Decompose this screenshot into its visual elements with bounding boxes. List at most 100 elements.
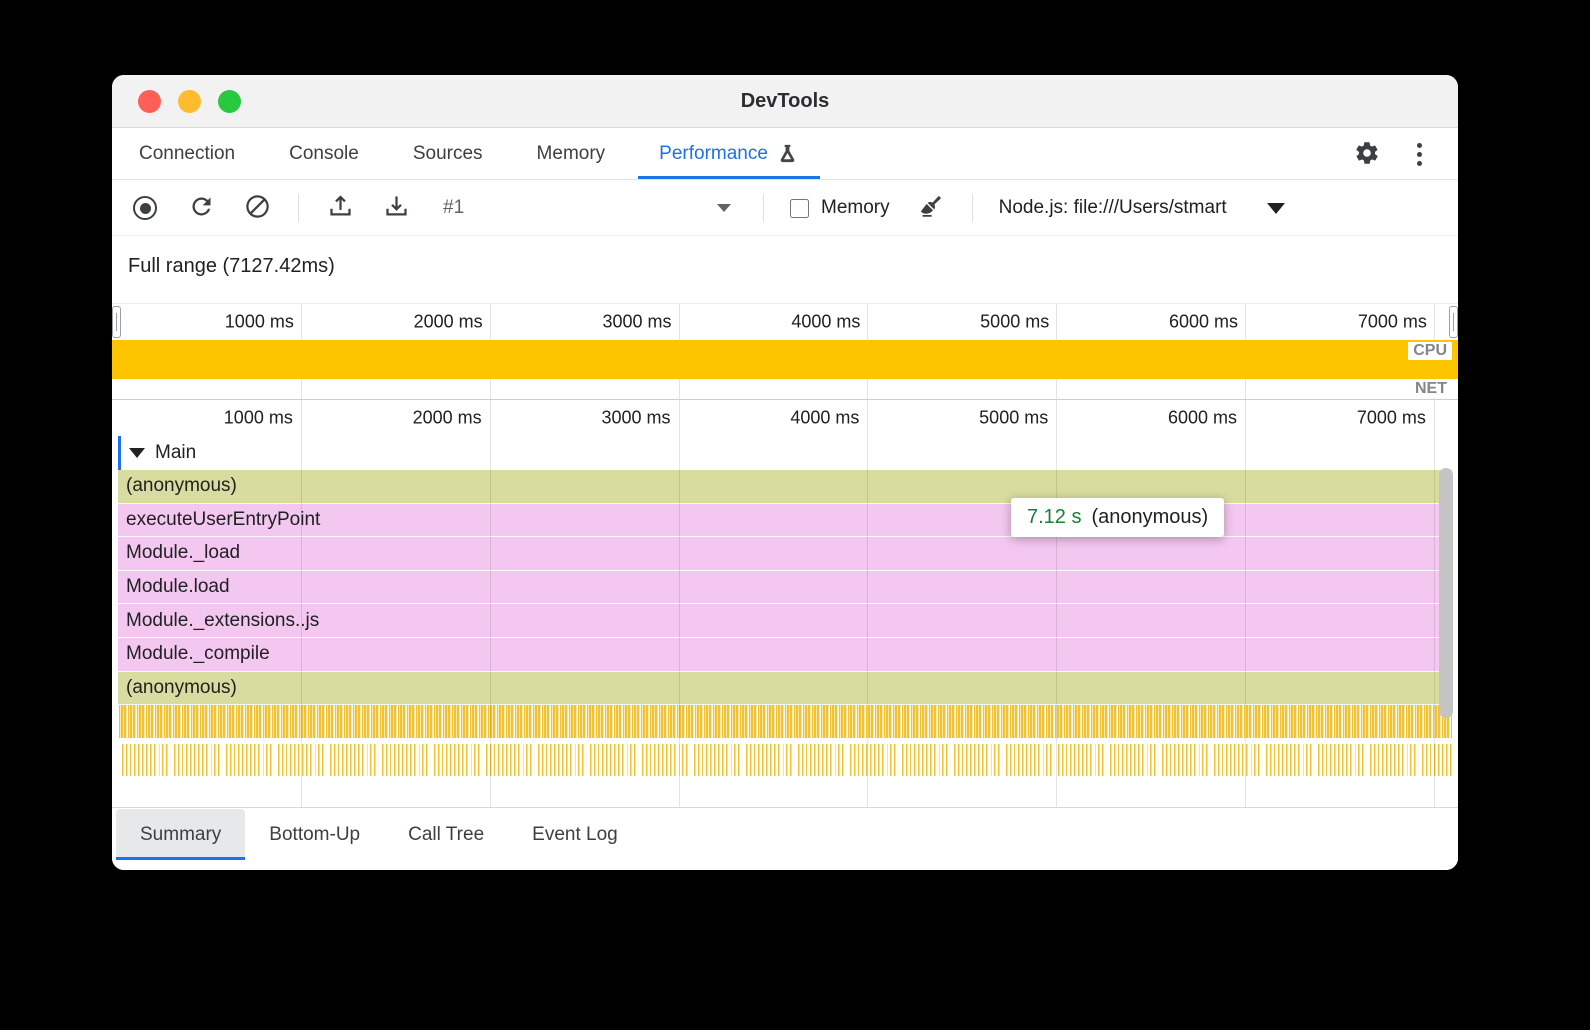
tab-bottom-up[interactable]: Bottom-Up [245, 809, 384, 860]
flame-row[interactable]: Module.load [118, 571, 1452, 605]
main-tab-bar: Connection Console Sources Memory Perfor… [112, 129, 1458, 180]
triangle-down-icon[interactable] [129, 448, 145, 458]
vertical-scrollbar[interactable] [1439, 468, 1453, 718]
ruler-tick: 3000 ms [679, 304, 680, 340]
flame-row-label: Module.load [126, 576, 230, 598]
experiment-flask-icon [776, 143, 799, 166]
ruler-tick: 7000 ms [1434, 304, 1435, 340]
gridline [490, 379, 491, 399]
ruler-tick: 1000 ms [301, 304, 302, 340]
tab-label: Event Log [532, 824, 618, 846]
toolbar-divider [763, 194, 764, 222]
ruler-tick-label: 5000 ms [980, 312, 1049, 333]
devtools-window: DevTools Connection Console Sources Memo… [112, 75, 1458, 870]
target-select-value: Node.js: file:///Users/stmart [999, 197, 1227, 219]
memory-label-text: Memory [821, 197, 890, 219]
tab-label: Performance [659, 143, 768, 165]
full-range-label: Full range (7127.42ms) [128, 255, 335, 278]
track-header-main[interactable]: Main [118, 436, 1452, 470]
profile-select-value: #1 [443, 197, 464, 219]
track-main-label: Main [155, 442, 196, 464]
ruler-tick-label: 5000 ms [979, 408, 1048, 429]
gridline [1056, 379, 1057, 399]
record-icon [133, 196, 157, 220]
download-icon [383, 193, 410, 223]
broom-icon [917, 193, 944, 223]
ruler-tick-label: 7000 ms [1358, 312, 1427, 333]
gridline [679, 379, 680, 399]
range-handle-right[interactable] [1449, 306, 1458, 338]
flame-chart[interactable]: 1000 ms 2000 ms 3000 ms 4000 ms 5000 ms … [112, 400, 1458, 808]
kebab-menu-icon [1417, 143, 1422, 166]
flame-row-label: Module._compile [126, 643, 270, 665]
reload-icon [188, 193, 215, 223]
target-select[interactable]: Node.js: file:///Users/stmart [999, 197, 1285, 219]
memory-checkbox-label[interactable]: Memory [790, 197, 890, 219]
tab-label: Summary [140, 824, 221, 846]
flame-row[interactable]: Module._extensions..js [118, 604, 1452, 638]
settings-button[interactable] [1350, 137, 1384, 171]
gear-icon [1354, 140, 1380, 169]
tab-label: Bottom-Up [269, 824, 360, 846]
flame-row-label: (anonymous) [126, 677, 237, 699]
chevron-down-icon [717, 204, 731, 212]
flame-row[interactable]: (anonymous) [118, 672, 1452, 706]
tab-memory[interactable]: Memory [510, 129, 633, 179]
toolbar-divider [972, 194, 973, 222]
tab-event-log[interactable]: Event Log [508, 809, 642, 860]
tab-label: Call Tree [408, 824, 484, 846]
more-options-button[interactable] [1402, 137, 1436, 171]
tab-summary[interactable]: Summary [116, 809, 245, 860]
ruler-tick-label: 4000 ms [791, 312, 860, 333]
net-label: NET [1410, 380, 1452, 398]
tab-label: Memory [537, 143, 606, 165]
block-icon [244, 193, 271, 223]
record-button[interactable] [130, 193, 160, 223]
ruler-tick-label: 6000 ms [1168, 408, 1237, 429]
ruler-tick: 5000 ms [1056, 304, 1057, 340]
flame-row[interactable]: Module._load [118, 537, 1452, 571]
net-activity-band[interactable]: NET [112, 379, 1458, 400]
ruler-tick: 2000 ms [490, 304, 491, 340]
ruler-tick-label: 2000 ms [414, 312, 483, 333]
titlebar: DevTools [112, 75, 1458, 128]
ruler-tick-label: 1000 ms [225, 312, 294, 333]
tab-console[interactable]: Console [262, 129, 386, 179]
tab-call-tree[interactable]: Call Tree [384, 809, 508, 860]
dropdown-arrow-icon [1267, 203, 1285, 214]
clear-button[interactable] [242, 193, 272, 223]
gridline [301, 379, 302, 399]
tab-sources[interactable]: Sources [386, 129, 510, 179]
cpu-activity-band[interactable]: CPU [112, 340, 1458, 379]
memory-checkbox[interactable] [790, 199, 809, 218]
toolbar-divider [298, 194, 299, 222]
performance-toolbar: #1 Memory Node.js: file:///Users/stmart [112, 181, 1458, 236]
upload-icon [327, 193, 354, 223]
flame-row-label: Module._load [126, 542, 240, 564]
flame-dense-calls-band[interactable] [118, 705, 1452, 738]
ruler-tick-label: 1000 ms [224, 408, 293, 429]
ruler-tick: 6000 ms [1245, 304, 1246, 340]
flame-row[interactable]: Module._compile [118, 638, 1452, 672]
gridline [1245, 379, 1246, 399]
ruler-tick-label: 3000 ms [601, 408, 670, 429]
flame-row-label: Module._extensions..js [126, 610, 319, 632]
tab-label: Console [289, 143, 359, 165]
flame-tooltip: 7.12 s(anonymous) [1011, 498, 1224, 537]
tooltip-function-name: (anonymous) [1091, 506, 1208, 528]
flame-dense-calls-band[interactable] [118, 744, 1452, 776]
range-handle-left[interactable] [112, 306, 121, 338]
scrollbar-thumb[interactable] [1439, 468, 1453, 718]
flame-row[interactable]: executeUserEntryPoint [118, 504, 1452, 538]
flame-row[interactable]: (anonymous) [118, 470, 1452, 504]
tab-connection[interactable]: Connection [112, 129, 262, 179]
collect-garbage-button[interactable] [916, 193, 946, 223]
ruler-tick-label: 3000 ms [602, 312, 671, 333]
cpu-label: CPU [1408, 342, 1452, 360]
flame-row-label: (anonymous) [126, 475, 237, 497]
reload-and-record-button[interactable] [186, 193, 216, 223]
load-profile-button[interactable] [325, 193, 355, 223]
save-profile-button[interactable] [381, 193, 411, 223]
tab-performance[interactable]: Performance [632, 129, 826, 179]
profile-select[interactable]: #1 [437, 197, 737, 219]
